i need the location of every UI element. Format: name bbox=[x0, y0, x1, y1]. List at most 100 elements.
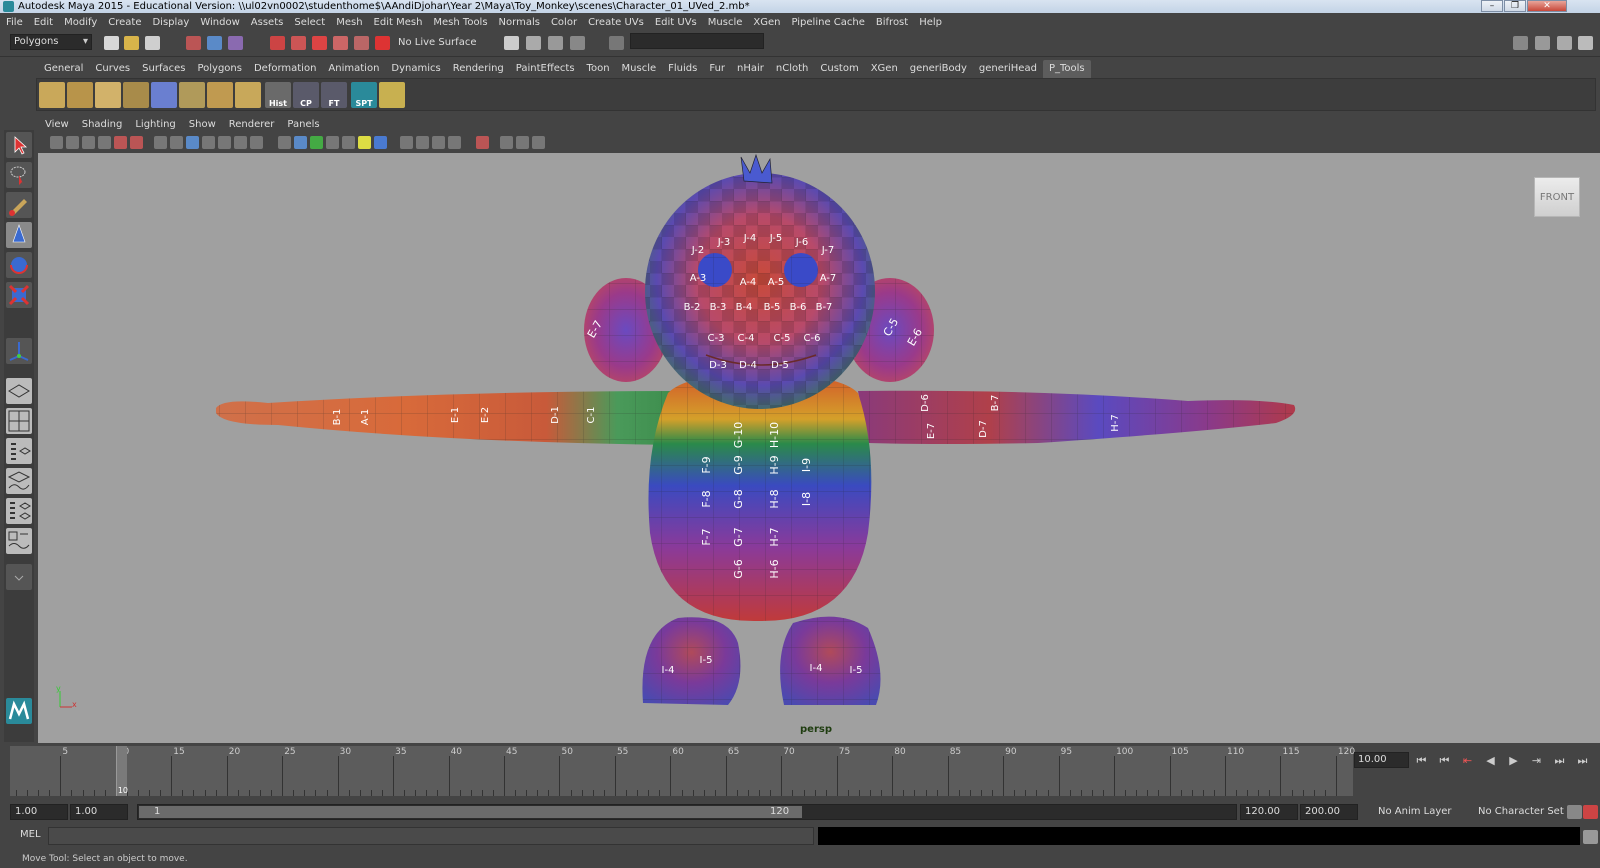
snap-live-icon[interactable] bbox=[354, 36, 369, 50]
outliner-layout-icon[interactable] bbox=[6, 438, 32, 464]
minimize-button[interactable]: – bbox=[1481, 0, 1503, 12]
open-scene-icon[interactable] bbox=[124, 36, 139, 50]
shelf-tab-dynamics[interactable]: Dynamics bbox=[385, 60, 446, 78]
maximize-button[interactable]: ❐ bbox=[1504, 0, 1526, 12]
use-lights-icon[interactable] bbox=[342, 136, 355, 149]
smooth-shade-icon[interactable] bbox=[294, 136, 307, 149]
poly-plane-icon[interactable] bbox=[179, 82, 205, 108]
menu-create[interactable]: Create bbox=[108, 17, 141, 28]
shelf-tab-xgen[interactable]: XGen bbox=[865, 60, 904, 78]
isolate-select-icon[interactable] bbox=[448, 136, 461, 149]
shelf-tab-p_tools[interactable]: P_Tools bbox=[1042, 60, 1091, 78]
spt-icon[interactable]: SPT bbox=[351, 82, 377, 108]
menu-select[interactable]: Select bbox=[294, 17, 325, 28]
render-layout-icon[interactable] bbox=[6, 528, 32, 554]
playback-start-field[interactable]: 1.00 bbox=[70, 804, 128, 820]
planar-map-icon[interactable] bbox=[123, 82, 149, 108]
render-view-icon[interactable] bbox=[504, 36, 519, 50]
wireframe-icon[interactable] bbox=[278, 136, 291, 149]
viewport-menu-view[interactable]: View bbox=[45, 119, 69, 130]
script-language-label[interactable]: MEL bbox=[20, 829, 41, 840]
end-time-field[interactable]: 200.00 bbox=[1300, 804, 1358, 820]
menu-create-uvs[interactable]: Create UVs bbox=[588, 17, 644, 28]
shelf-tab-toon[interactable]: Toon bbox=[581, 60, 616, 78]
shelf-tab-painteffects[interactable]: PaintEffects bbox=[510, 60, 581, 78]
graph-editor-layout-icon[interactable] bbox=[6, 468, 32, 494]
shelf-tab-muscle[interactable]: Muscle bbox=[616, 60, 663, 78]
safe-action-icon[interactable] bbox=[234, 136, 247, 149]
xray-joints-icon[interactable] bbox=[500, 136, 513, 149]
live-surface-label[interactable]: No Live Surface bbox=[398, 37, 476, 48]
menu-bifrost[interactable]: Bifrost bbox=[876, 17, 908, 28]
play-backward-button[interactable]: ◀ bbox=[1483, 754, 1498, 767]
go-to-start-button[interactable]: ⏮ bbox=[1414, 754, 1429, 767]
script-editor-icon[interactable] bbox=[1583, 830, 1598, 844]
four-pane-layout-icon[interactable] bbox=[6, 408, 32, 434]
uv-layout-icon[interactable] bbox=[67, 82, 93, 108]
viewport-menu-renderer[interactable]: Renderer bbox=[229, 119, 275, 130]
rotate-tool-icon[interactable] bbox=[6, 252, 32, 278]
playback-end-field[interactable]: 120.00 bbox=[1240, 804, 1298, 820]
manipulator-tool-icon[interactable] bbox=[6, 338, 32, 364]
freeze-transform-icon[interactable]: FT bbox=[321, 82, 347, 108]
image-plane-icon[interactable] bbox=[98, 136, 111, 149]
menu-modify[interactable]: Modify bbox=[64, 17, 97, 28]
snap-point-icon[interactable] bbox=[312, 36, 327, 50]
lasso-tool-icon[interactable] bbox=[6, 162, 32, 188]
center-pivot-icon[interactable]: CP bbox=[293, 82, 319, 108]
xray-icon[interactable] bbox=[476, 136, 489, 149]
snap-view-plane-icon[interactable] bbox=[333, 36, 348, 50]
menu-edit[interactable]: Edit bbox=[34, 17, 53, 28]
gate-mask-icon[interactable] bbox=[202, 136, 215, 149]
shelf-tab-curves[interactable]: Curves bbox=[89, 60, 136, 78]
play-forward-button[interactable]: ▶ bbox=[1506, 754, 1521, 767]
snap-curve-icon[interactable] bbox=[291, 36, 306, 50]
textured-icon[interactable] bbox=[326, 136, 339, 149]
history-icon[interactable]: Hist bbox=[265, 82, 291, 108]
viewport-renderer-icon[interactable] bbox=[532, 136, 545, 149]
shelf-tab-ncloth[interactable]: nCloth bbox=[770, 60, 814, 78]
select-tool-icon[interactable] bbox=[6, 132, 32, 158]
render-settings-icon[interactable] bbox=[570, 36, 585, 50]
viewport-menu-show[interactable]: Show bbox=[189, 119, 216, 130]
menu-pipeline-cache[interactable]: Pipeline Cache bbox=[791, 17, 864, 28]
current-time-field[interactable]: 10.00 bbox=[1354, 752, 1409, 768]
channel-box-icon[interactable] bbox=[1578, 36, 1593, 50]
close-button[interactable]: ✕ bbox=[1527, 0, 1567, 12]
go-to-end-button[interactable]: ⏭ bbox=[1575, 754, 1590, 767]
magnet-icon[interactable] bbox=[375, 36, 390, 50]
start-time-field[interactable]: 1.00 bbox=[10, 804, 68, 820]
menu-muscle[interactable]: Muscle bbox=[708, 17, 743, 28]
shelf-tab-rendering[interactable]: Rendering bbox=[447, 60, 510, 78]
menu-display[interactable]: Display bbox=[152, 17, 189, 28]
motion-blur-icon[interactable] bbox=[400, 136, 413, 149]
two-d-pan-zoom-icon[interactable] bbox=[130, 136, 143, 149]
select-object-icon[interactable] bbox=[207, 36, 222, 50]
command-input[interactable] bbox=[48, 827, 814, 845]
layout-toggle-icon[interactable] bbox=[6, 564, 32, 590]
poly-torus-icon[interactable] bbox=[207, 82, 233, 108]
ipr-render-icon[interactable] bbox=[548, 36, 563, 50]
anim-layer-selector[interactable]: No Anim Layer bbox=[1378, 806, 1452, 817]
step-back-frame-button[interactable]: ⇤ bbox=[1460, 754, 1475, 767]
time-slider[interactable]: 5 10 15 20 25 30 35 40 45 50 55 60 65 70 75 80 85 90 95 100… bbox=[10, 746, 1355, 796]
render-frame-icon[interactable] bbox=[526, 36, 541, 50]
select-component-icon[interactable] bbox=[228, 36, 243, 50]
poly-grid-icon[interactable] bbox=[235, 82, 261, 108]
shelf-tab-generibody[interactable]: generiBody bbox=[904, 60, 973, 78]
menu-edit-mesh[interactable]: Edit Mesh bbox=[374, 17, 423, 28]
paint-select-tool-icon[interactable] bbox=[6, 192, 32, 218]
uv-grid-icon[interactable] bbox=[39, 82, 65, 108]
shelf-tab-generihead[interactable]: generiHead bbox=[973, 60, 1043, 78]
uv-snapshot-icon[interactable] bbox=[379, 82, 405, 108]
step-forward-key-button[interactable]: ⏭ bbox=[1552, 754, 1567, 767]
current-frame-marker[interactable]: 10 bbox=[115, 746, 128, 796]
step-back-key-button[interactable]: ⏮ bbox=[1437, 754, 1452, 767]
viewport-menu-panels[interactable]: Panels bbox=[287, 119, 319, 130]
viewport-menu-shading[interactable]: Shading bbox=[82, 119, 123, 130]
shadows-icon[interactable] bbox=[358, 136, 371, 149]
shelf-tab-fluids[interactable]: Fluids bbox=[662, 60, 703, 78]
safe-title-icon[interactable] bbox=[250, 136, 263, 149]
shelf-tab-surfaces[interactable]: Surfaces bbox=[136, 60, 191, 78]
resolution-gate-icon[interactable] bbox=[186, 136, 199, 149]
